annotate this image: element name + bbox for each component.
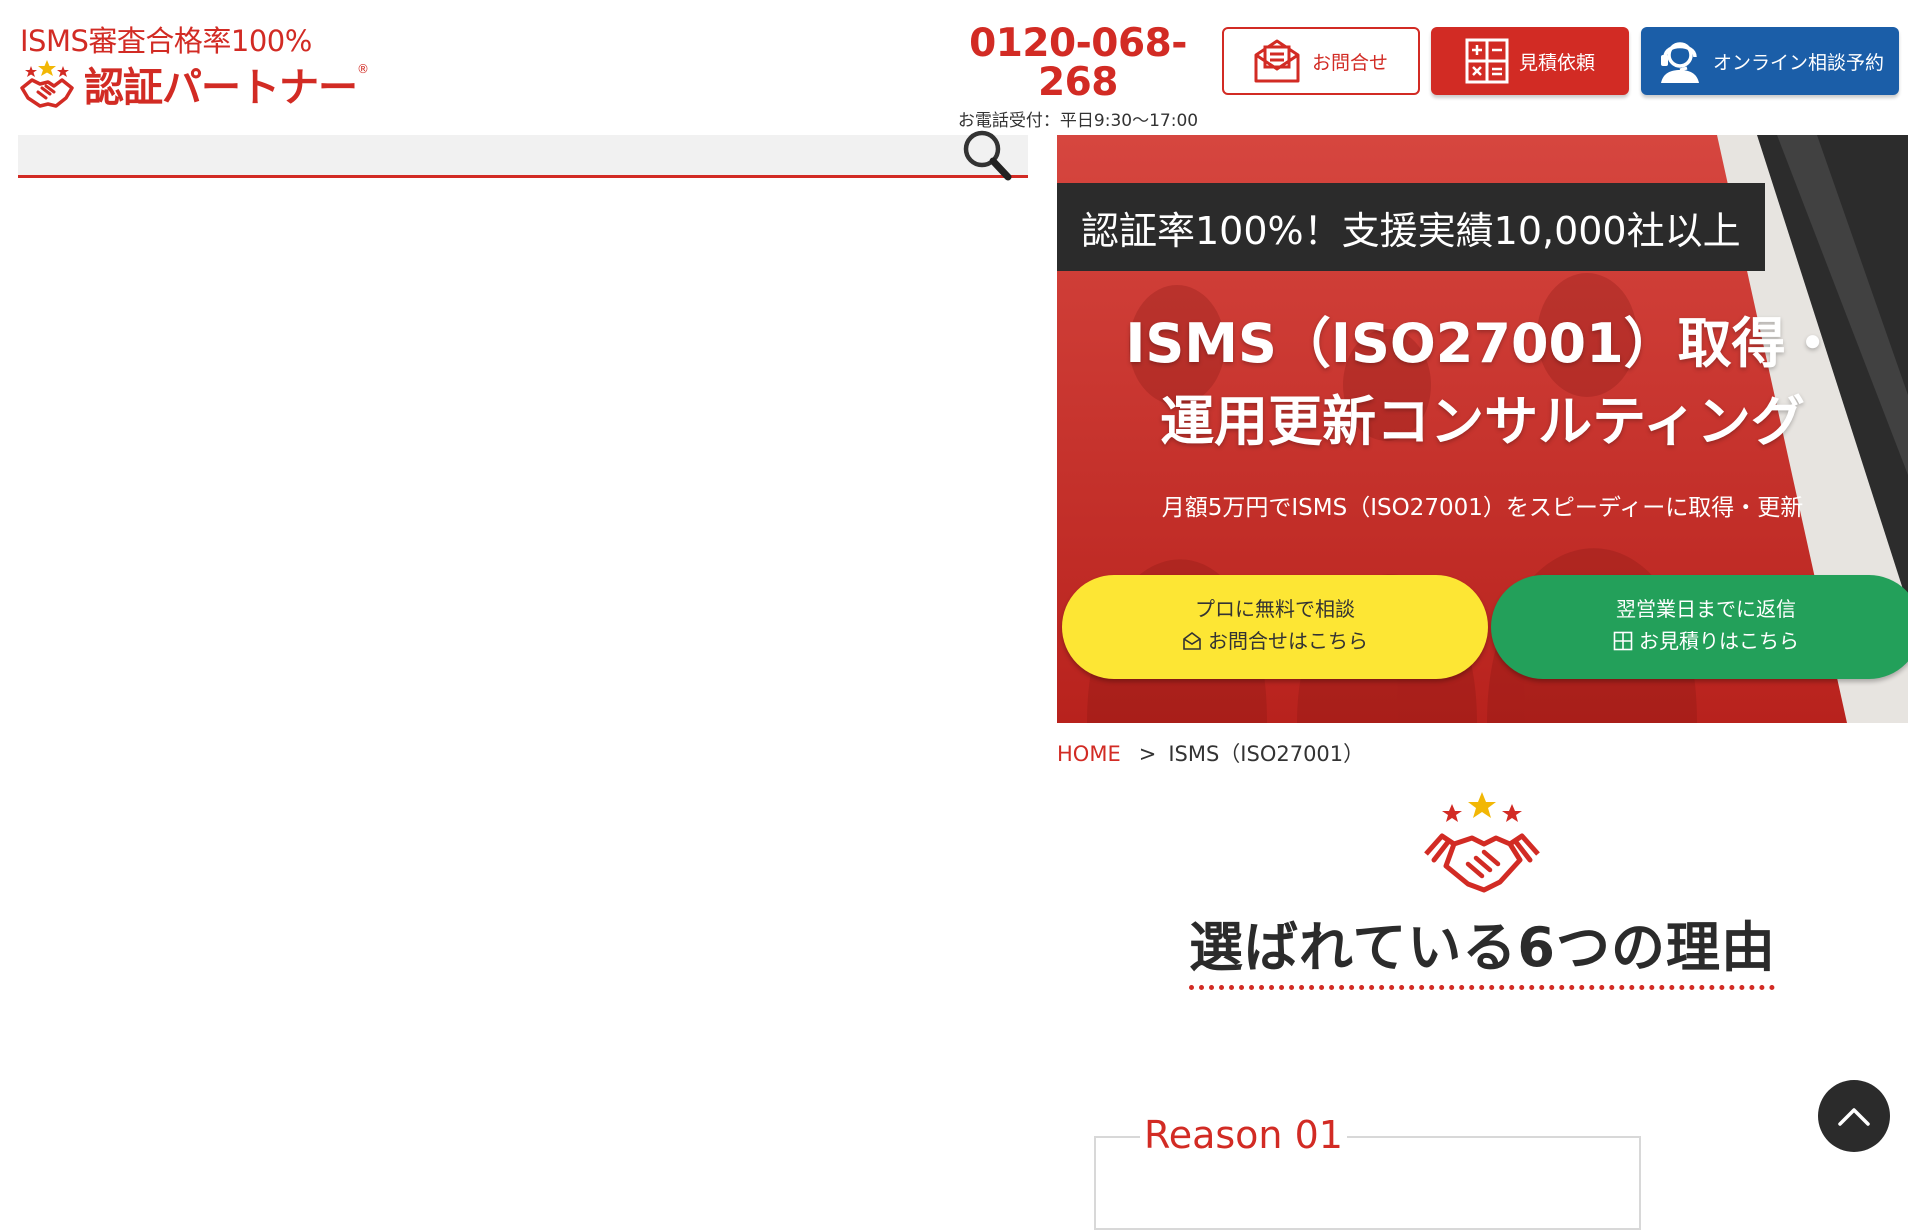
- quote-request-line2: お見積りはこちら: [1639, 629, 1799, 653]
- contact-button-label: お問合せ: [1312, 51, 1389, 74]
- back-to-top-button[interactable]: [1818, 1080, 1890, 1152]
- header-tagline: ISMS審査合格率100%: [20, 24, 312, 58]
- registered-mark: ®: [357, 62, 369, 76]
- breadcrumb-home-link[interactable]: HOME: [1057, 742, 1121, 766]
- estimate-button[interactable]: 見積依頼: [1431, 27, 1629, 95]
- free-consult-button[interactable]: プロに無料で相談 お問合せはこちら: [1062, 575, 1488, 679]
- hero-title: ISMS（ISO27001）取得・ 運用更新コンサルティング: [1057, 305, 1908, 461]
- free-consult-line2: お問合せはこちら: [1208, 629, 1368, 653]
- mail-icon: [1254, 39, 1300, 83]
- reason-label: Reason 01: [1140, 1113, 1347, 1157]
- phone-block[interactable]: 0120-068-268 お電話受付：平日9:30〜17:00: [948, 24, 1208, 131]
- hero-title-line2: 運用更新コンサルティング: [1160, 390, 1805, 453]
- contact-button[interactable]: お問合せ: [1222, 27, 1420, 95]
- section-title-underline: [1189, 985, 1775, 990]
- breadcrumb-separator: >: [1138, 742, 1157, 766]
- phone-number[interactable]: 0120-068-268: [948, 24, 1208, 102]
- site-logo[interactable]: 認証パートナー ®: [18, 56, 369, 112]
- online-consult-label: オンライン相談予約: [1713, 51, 1885, 74]
- calculator-icon: [1465, 38, 1509, 84]
- breadcrumb: HOME > ISMS（ISO27001）: [1057, 738, 1364, 768]
- quote-request-button[interactable]: 翌営業日までに返信 お見積りはこちら: [1491, 575, 1908, 679]
- search-icon[interactable]: [962, 127, 1014, 183]
- site-header: ISMS審査合格率100% 認証パートナー ® 0120-068-268 お電話…: [0, 0, 1920, 131]
- hero-banner: 認証率100%！支援実績10,000社以上 ISMS（ISO27001）取得・ …: [1057, 135, 1908, 723]
- breadcrumb-current: ISMS（ISO27001）: [1168, 742, 1365, 766]
- hero-subtitle: 月額5万円でISMS（ISO27001）をスピーディーに取得・更新: [1161, 495, 1804, 521]
- quote-request-line1: 翌営業日までに返信: [1616, 597, 1796, 621]
- handshake-logo-icon: [20, 60, 74, 108]
- logo-text: 認証パートナー: [84, 65, 358, 111]
- estimate-button-label: 見積依頼: [1519, 51, 1596, 74]
- handshake-icon: [1424, 792, 1540, 893]
- calculator-icon: [1613, 631, 1633, 651]
- online-consult-button[interactable]: オンライン相談予約: [1641, 27, 1899, 95]
- hero-badge: 認証率100%！支援実績10,000社以上: [1057, 183, 1765, 271]
- free-consult-line1: プロに無料で相談: [1195, 597, 1355, 621]
- search-input[interactable]: [18, 135, 948, 175]
- mail-icon: [1183, 632, 1201, 650]
- chevron-up-icon: [1838, 1108, 1870, 1126]
- hero-title-line1: ISMS（ISO27001）取得・: [1125, 312, 1840, 375]
- headset-operator-icon: [1661, 42, 1699, 83]
- search-bar: [18, 130, 1028, 181]
- section-title: 選ばれている6つの理由: [1189, 916, 1776, 979]
